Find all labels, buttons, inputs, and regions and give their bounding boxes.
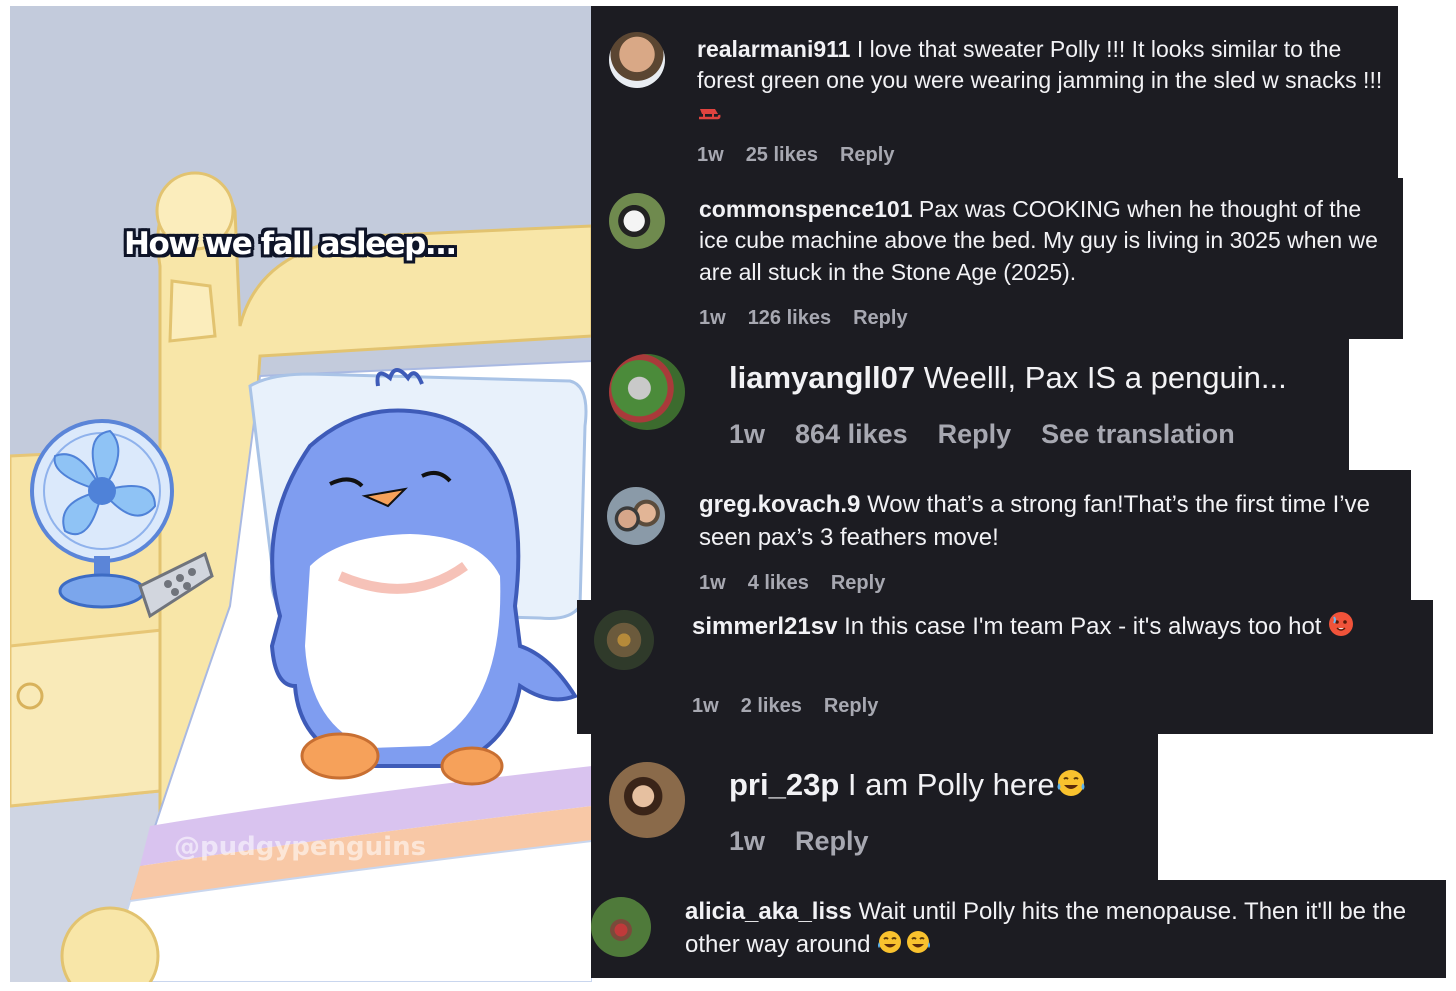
comment-username[interactable]: liamyangll07: [729, 360, 915, 395]
comment-likes[interactable]: 25 likes: [746, 144, 818, 166]
comment-likes[interactable]: 126 likes: [748, 307, 831, 329]
comment-body: In this case I'm team Pax - it's always …: [844, 613, 1322, 640]
penguin-illustration: How we fall asleep... @pudgypenguins: [10, 6, 592, 982]
watermark: @pudgypenguins: [174, 832, 427, 862]
comment-time: 1w: [697, 144, 724, 166]
comment-time: 1w: [729, 419, 766, 449]
comment-meta: 1w 4 likes Reply: [699, 572, 907, 595]
comment-username[interactable]: pri_23p: [729, 767, 839, 802]
comment-item: commonspence101 Pax was COOKING when he …: [591, 178, 1403, 339]
comment-meta: 1w 2 likes Reply: [692, 695, 900, 718]
comment-text: simmerl21sv In this case I'm team Pax - …: [692, 611, 1427, 647]
comment-item: realarmani911 I love that sweater Polly …: [591, 6, 1398, 178]
comment-username[interactable]: alicia_aka_liss: [685, 898, 852, 925]
reply-button[interactable]: Reply: [831, 572, 885, 594]
comment-time: 1w: [699, 572, 726, 594]
comment-body: I am Polly here: [847, 767, 1055, 802]
avatar[interactable]: [609, 193, 665, 249]
comment-text: alicia_aka_liss Wait until Polly hits th…: [685, 896, 1440, 964]
comment-username[interactable]: greg.kovach.9: [699, 491, 860, 518]
avatar[interactable]: [609, 762, 685, 838]
comment-item: liamyangll07 Weelll, Pax IS a penguin...…: [591, 339, 1349, 470]
tears-of-joy-emoji-icon: [1055, 767, 1087, 809]
illustration-caption: How we fall asleep...: [124, 226, 457, 262]
reply-button[interactable]: Reply: [853, 307, 907, 329]
comment-text: commonspence101 Pax was COOKING when he …: [699, 194, 1395, 288]
comment-meta: 1w Reply: [729, 826, 891, 857]
comment-item: simmerl21sv In this case I'm team Pax - …: [577, 600, 1433, 734]
sled-icon: [697, 100, 721, 131]
hot-face-emoji-icon: [1328, 611, 1354, 647]
comment-item: greg.kovach.9 Wow that’s a strong fan!Th…: [591, 470, 1411, 600]
comment-text: pri_23p I am Polly here: [729, 764, 1154, 809]
avatar[interactable]: [609, 354, 685, 430]
reply-button[interactable]: Reply: [824, 695, 878, 717]
comment-meta: 1w 864 likes Reply See translation: [729, 419, 1257, 450]
comment-username[interactable]: realarmani911: [697, 36, 850, 62]
comment-username[interactable]: commonspence101: [699, 196, 912, 222]
comment-text: liamyangll07 Weelll, Pax IS a penguin...: [729, 357, 1341, 399]
comment-meta: 1w 25 likes Reply: [697, 144, 916, 167]
avatar[interactable]: [609, 32, 665, 88]
comment-text: greg.kovach.9 Wow that’s a strong fan!Th…: [699, 489, 1411, 554]
comment-time: 1w: [692, 695, 719, 717]
comment-item: alicia_aka_liss Wait until Polly hits th…: [591, 880, 1446, 978]
comment-time: 1w: [699, 307, 726, 329]
comment-body: Weelll, Pax IS a penguin...: [923, 360, 1287, 395]
comment-meta: 1w 126 likes Reply: [699, 307, 930, 330]
comment-username[interactable]: simmerl21sv: [692, 613, 837, 640]
avatar[interactable]: [607, 487, 665, 545]
comment-text: realarmani911 I love that sweater Polly …: [697, 34, 1392, 131]
avatar[interactable]: [594, 610, 654, 670]
comment-likes[interactable]: 864 likes: [795, 419, 908, 449]
tears-of-joy-emoji-icon: [877, 929, 933, 965]
reply-button[interactable]: Reply: [840, 144, 894, 166]
reply-button[interactable]: Reply: [795, 826, 869, 856]
reply-button[interactable]: Reply: [938, 419, 1012, 449]
avatar[interactable]: [591, 897, 651, 957]
comment-likes[interactable]: 2 likes: [741, 695, 802, 717]
comment-time: 1w: [729, 826, 766, 856]
see-translation-link[interactable]: See translation: [1041, 419, 1235, 449]
comment-item: pri_23p I am Polly here 1w Reply: [591, 734, 1158, 880]
comment-likes[interactable]: 4 likes: [748, 572, 809, 594]
